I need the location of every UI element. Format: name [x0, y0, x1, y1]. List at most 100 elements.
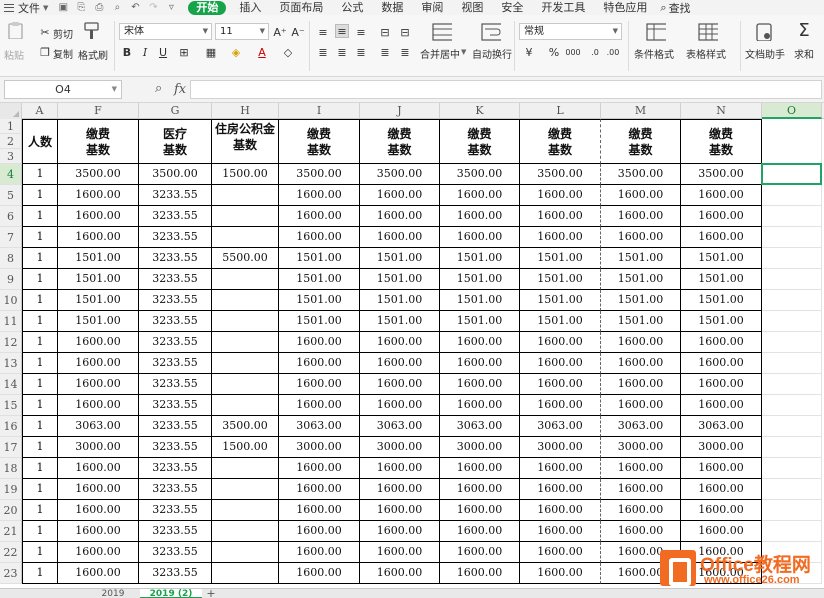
cell-J19[interactable]: 1600.00 [360, 479, 440, 500]
cell-I16[interactable]: 3063.00 [279, 416, 360, 437]
cell-F23[interactable]: 1600.00 [58, 563, 139, 584]
cell-F7[interactable]: 1600.00 [58, 227, 139, 248]
sheet-tab-0[interactable]: 2019 [88, 589, 138, 598]
cell-O16[interactable] [762, 416, 822, 437]
fill-color-icon[interactable]: ◈ [229, 45, 243, 59]
cell-G6[interactable]: 3233.55 [139, 206, 212, 227]
tab-0[interactable]: 开始 [188, 0, 227, 15]
cell-H17[interactable]: 1500.00 [212, 437, 279, 458]
cell-M13[interactable]: 1600.00 [601, 353, 681, 374]
cell-K12[interactable]: 1600.00 [440, 332, 520, 353]
cell-J12[interactable]: 1600.00 [360, 332, 440, 353]
cell-F13[interactable]: 1600.00 [58, 353, 139, 374]
wrap-text-button[interactable]: 自动换行 [472, 46, 512, 61]
cell-F8[interactable]: 1501.00 [58, 248, 139, 269]
row-header-19[interactable]: 19 [0, 479, 22, 500]
cell-A7[interactable]: 1 [22, 227, 58, 248]
column-header-K[interactable]: K [440, 103, 520, 119]
wrap-text-icon[interactable] [481, 23, 501, 41]
column-header-L[interactable]: L [520, 103, 601, 119]
cell-A4[interactable]: 1 [22, 164, 58, 185]
cell-A11[interactable]: 1 [22, 311, 58, 332]
redo-icon[interactable]: ↷ [147, 2, 159, 13]
row-header-5[interactable]: 5 [0, 185, 22, 206]
header-cell-H[interactable]: 住房公积金 基数 [212, 119, 279, 164]
cell-H9[interactable] [212, 269, 279, 290]
tab-3[interactable]: 公式 [332, 0, 372, 15]
cell-H11[interactable] [212, 311, 279, 332]
cell-I18[interactable]: 1600.00 [279, 458, 360, 479]
column-header-G[interactable]: G [139, 103, 212, 119]
row-header-10[interactable]: 10 [0, 290, 22, 311]
cell-O7[interactable] [762, 227, 822, 248]
cell-G13[interactable]: 3233.55 [139, 353, 212, 374]
cell-N19[interactable]: 1600.00 [681, 479, 762, 500]
cell-N12[interactable]: 1600.00 [681, 332, 762, 353]
cell-A10[interactable]: 1 [22, 290, 58, 311]
row-header-3[interactable]: 3 [0, 149, 22, 164]
column-header-M[interactable]: M [601, 103, 681, 119]
cell-O6[interactable] [762, 206, 822, 227]
fx-icon[interactable]: fx [174, 82, 186, 97]
cell-K14[interactable]: 1600.00 [440, 374, 520, 395]
row-header-7[interactable]: 7 [0, 227, 22, 248]
cell-H13[interactable] [212, 353, 279, 374]
cell-L17[interactable]: 3000.00 [520, 437, 601, 458]
save-icon[interactable]: ▣ [57, 2, 69, 13]
cell-K10[interactable]: 1501.00 [440, 290, 520, 311]
row-header-23[interactable]: 23 [0, 563, 22, 584]
header-cell-F[interactable]: 缴费 基数 [58, 119, 139, 164]
cell-O12[interactable] [762, 332, 822, 353]
cell-M21[interactable]: 1600.00 [601, 521, 681, 542]
justify-icon[interactable]: ≣ [378, 45, 392, 59]
cell-K17[interactable]: 3000.00 [440, 437, 520, 458]
cell-I20[interactable]: 1600.00 [279, 500, 360, 521]
cell-M17[interactable]: 3000.00 [601, 437, 681, 458]
cell-L16[interactable]: 3063.00 [520, 416, 601, 437]
cell-N17[interactable]: 3000.00 [681, 437, 762, 458]
cell-A5[interactable]: 1 [22, 185, 58, 206]
export-pdf-icon[interactable]: ⎘ [75, 2, 87, 13]
format-painter-button[interactable]: 格式刷 [78, 47, 108, 62]
cell-I13[interactable]: 1600.00 [279, 353, 360, 374]
cell-J14[interactable]: 1600.00 [360, 374, 440, 395]
cell-K22[interactable]: 1600.00 [440, 542, 520, 563]
add-sheet-button[interactable]: + [204, 588, 218, 598]
cell-A16[interactable]: 1 [22, 416, 58, 437]
cell-L20[interactable]: 1600.00 [520, 500, 601, 521]
print-icon[interactable]: ⎙ [93, 2, 105, 13]
cell-L18[interactable]: 1600.00 [520, 458, 601, 479]
cell-L5[interactable]: 1600.00 [520, 185, 601, 206]
cell-L19[interactable]: 1600.00 [520, 479, 601, 500]
cell-F14[interactable]: 1600.00 [58, 374, 139, 395]
align-center-icon[interactable]: ≣ [335, 45, 349, 59]
cell-O13[interactable] [762, 353, 822, 374]
cell-F9[interactable]: 1501.00 [58, 269, 139, 290]
file-menu[interactable]: 文件 ▼ [0, 0, 54, 15]
row-header-6[interactable]: 6 [0, 206, 22, 227]
cell-G7[interactable]: 3233.55 [139, 227, 212, 248]
row-header-4[interactable]: 4 [0, 164, 22, 185]
cell-M9[interactable]: 1501.00 [601, 269, 681, 290]
cell-F11[interactable]: 1501.00 [58, 311, 139, 332]
cell-N16[interactable]: 3063.00 [681, 416, 762, 437]
underline-icon[interactable]: U [156, 45, 170, 59]
cell-I19[interactable]: 1600.00 [279, 479, 360, 500]
cell-A18[interactable]: 1 [22, 458, 58, 479]
zoom-search-icon[interactable]: ⌕ [155, 81, 162, 96]
cell-G18[interactable]: 3233.55 [139, 458, 212, 479]
orientation-icon[interactable]: ⊟ [378, 25, 392, 39]
merge-center-button[interactable]: 合并居中 [420, 46, 460, 61]
cell-J7[interactable]: 1600.00 [360, 227, 440, 248]
cell-O11[interactable] [762, 311, 822, 332]
cell-G15[interactable]: 3233.55 [139, 395, 212, 416]
cell-O9[interactable] [762, 269, 822, 290]
cell-H14[interactable] [212, 374, 279, 395]
cell-H7[interactable] [212, 227, 279, 248]
italic-icon[interactable]: I [138, 45, 152, 59]
cell-N20[interactable]: 1600.00 [681, 500, 762, 521]
cell-O10[interactable] [762, 290, 822, 311]
clear-format-icon[interactable]: ◇ [281, 45, 295, 59]
cell-N18[interactable]: 1600.00 [681, 458, 762, 479]
cell-M16[interactable]: 3063.00 [601, 416, 681, 437]
